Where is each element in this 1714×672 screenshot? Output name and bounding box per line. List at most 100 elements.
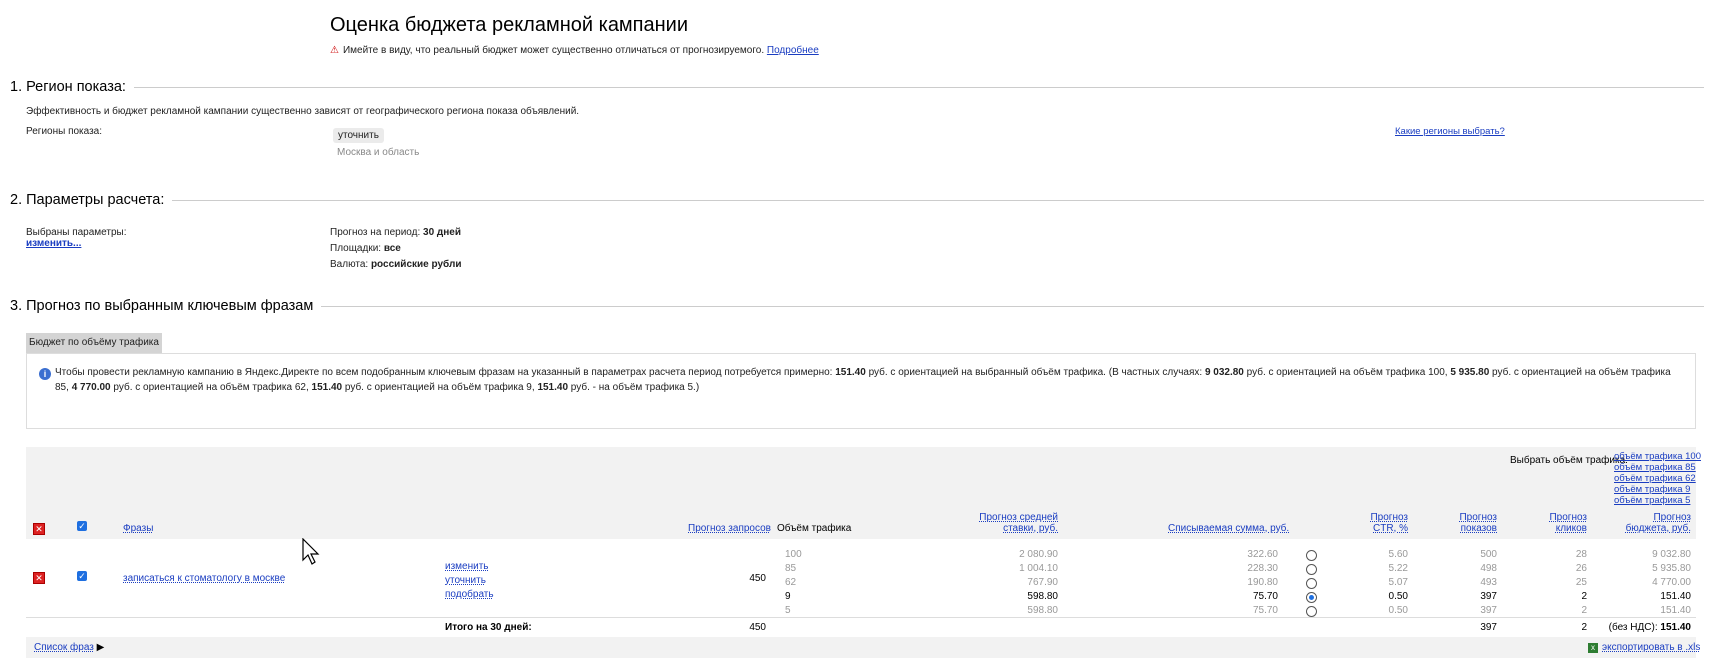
total-budget-value: 151.40 (1660, 622, 1691, 633)
platforms-value: все (383, 243, 401, 254)
charged-column-header[interactable]: Списываемая сумма, руб. (1168, 523, 1289, 534)
budget-value: 151.40 (1660, 605, 1691, 616)
avg-bid-column-header[interactable]: Прогноз средней (918, 512, 1058, 523)
select-traffic-9-link[interactable]: объём трафика 9 (1614, 484, 1690, 495)
region-description: Эффективность и бюджет рекламной кампани… (26, 106, 580, 117)
section-params-title: 2. Параметры расчета: (10, 192, 165, 208)
shows-column-header[interactable]: Прогноз (1420, 512, 1497, 523)
traffic-level-radio[interactable] (1306, 564, 1317, 575)
total-label: Итого на 30 дней: (445, 622, 532, 633)
total-budget: (без НДС): 151.40 (1560, 622, 1691, 633)
traffic-level: 62 (785, 577, 797, 588)
clicks-column-header-line2[interactable]: кликов (1510, 523, 1587, 534)
section-region-title: 1. Регион показа: (10, 79, 126, 95)
budget-value: 9 032.80 (1652, 549, 1691, 560)
budget-value: 4 770.00 (1652, 577, 1691, 588)
total-shows: 397 (1480, 622, 1497, 633)
select-traffic-85-link[interactable]: объём трафика 85 (1614, 462, 1696, 473)
charged-value: 228.30 (1247, 563, 1278, 574)
clicks-value: 25 (1575, 577, 1587, 588)
change-params-link[interactable]: изменить... (26, 238, 81, 249)
export-xls[interactable]: x экспортировать в .xls (1588, 642, 1700, 653)
divider (133, 86, 1704, 88)
select-traffic-5-link[interactable]: объём трафика 5 (1614, 495, 1690, 506)
info-part: руб. с ориентацией на объём трафика 62, (110, 381, 312, 393)
select-traffic-100-link[interactable]: объём трафика 100 (1614, 451, 1701, 462)
avg-bid-value: 598.80 (1027, 605, 1058, 616)
info-value: 9 032.80 (1204, 367, 1244, 378)
phrases-column-header[interactable]: Фразы (123, 523, 153, 534)
info-icon: i (39, 368, 51, 380)
info-part: руб. с ориентацией на объём трафика 9, (342, 381, 538, 393)
clarify-region-button[interactable]: уточнить (333, 128, 384, 143)
select-traffic-62-link[interactable]: объём трафика 62 (1614, 473, 1696, 484)
delete-phrase-checkbox[interactable]: ✕ (33, 572, 45, 584)
avg-bid-column-header-line2[interactable]: ставки, руб. (918, 523, 1058, 534)
expand-arrow-icon: ▶ (96, 642, 105, 653)
traffic-level-radio[interactable] (1306, 578, 1317, 589)
pick-phrase-link[interactable]: подобрать (445, 589, 494, 600)
ctr-column-header-line2[interactable]: CTR, % (1330, 523, 1408, 534)
clicks-column-header[interactable]: Прогноз (1510, 512, 1587, 523)
avg-bid-value: 2 080.90 (1019, 549, 1058, 560)
shows-value: 397 (1480, 605, 1497, 616)
region-value: Москва и область (337, 147, 420, 158)
divider (321, 305, 1704, 307)
clicks-value: 2 (1581, 605, 1587, 616)
divider (172, 199, 1704, 201)
page-title: Оценка бюджета рекламной кампании (330, 14, 689, 36)
period-param: Прогноз на период: 30 дней (330, 227, 461, 238)
ctr-value: 5.07 (1388, 577, 1408, 588)
section-forecast-title: 3. Прогноз по выбранным ключевым фразам (10, 298, 314, 314)
platforms-label: Площадки: (330, 243, 382, 254)
vat-label: (без НДС): (1608, 622, 1658, 633)
period-label: Прогноз на период: (330, 227, 421, 238)
ctr-column-header[interactable]: Прогноз (1330, 512, 1408, 523)
currency-label: Валюта: (330, 259, 369, 270)
info-value: 151.40 (311, 381, 343, 393)
shows-value: 498 (1480, 563, 1497, 574)
delete-all-checkbox[interactable]: ✕ (33, 523, 45, 535)
ctr-value: 0.50 (1388, 605, 1408, 616)
traffic-level-radio[interactable] (1306, 606, 1317, 617)
avg-bid-value: 598.80 (1027, 591, 1058, 602)
traffic-level: 9 (785, 591, 791, 602)
phrase-link[interactable]: записаться к стоматологу в москве (123, 573, 285, 584)
section-params-header: 2. Параметры расчета: (10, 192, 1704, 208)
clicks-value: 28 (1575, 549, 1587, 560)
traffic-level: 85 (785, 563, 797, 574)
charged-value: 75.70 (1252, 591, 1278, 602)
info-value: 4 770.00 (71, 381, 111, 393)
select-phrase-checkbox[interactable]: ✓ (77, 571, 87, 581)
budget-column-header-line2[interactable]: бюджета, руб. (1600, 523, 1691, 534)
avg-bid-value: 767.90 (1027, 577, 1058, 588)
info-value: 151.40 (537, 381, 569, 393)
phrase-list-toggle[interactable]: Список фраз ▶ (34, 642, 104, 653)
queries-column-header[interactable]: Прогноз запросов (688, 523, 771, 534)
regions-label: Регионы показа: (26, 126, 103, 137)
select-all-checkbox[interactable]: ✓ (77, 521, 87, 531)
shows-column-header-line2[interactable]: показов (1420, 523, 1497, 534)
traffic-level-radio[interactable] (1306, 592, 1317, 603)
which-regions-link[interactable]: Какие регионы выбрать? (1395, 126, 1505, 137)
budget-column-header[interactable]: Прогноз (1600, 512, 1691, 523)
charged-value: 190.80 (1247, 577, 1278, 588)
section-region-header: 1. Регион показа: (10, 79, 1704, 95)
traffic-level: 5 (785, 605, 791, 616)
tab-budget-by-traffic[interactable]: Бюджет по объёму трафика (26, 333, 162, 353)
phrase-list-link[interactable]: Список фраз (34, 642, 94, 653)
info-value: 151.40 (835, 367, 866, 378)
ctr-value: 5.60 (1388, 549, 1408, 560)
platforms-param: Площадки: все (330, 243, 401, 254)
avg-bid-value: 1 004.10 (1019, 563, 1058, 574)
clarify-phrase-link[interactable]: уточнить (445, 575, 486, 586)
info-part: руб. - на объём трафика 5.) (568, 381, 700, 393)
more-info-link[interactable]: Подробнее (767, 45, 819, 56)
excel-icon: x (1588, 643, 1598, 653)
shows-value: 493 (1480, 577, 1497, 588)
edit-phrase-link[interactable]: изменить (445, 561, 489, 572)
export-xls-link[interactable]: экспортировать в .xls (1602, 642, 1700, 653)
ctr-value: 5.22 (1388, 563, 1408, 574)
clicks-value: 2 (1581, 591, 1587, 602)
traffic-level-radio[interactable] (1306, 550, 1317, 561)
